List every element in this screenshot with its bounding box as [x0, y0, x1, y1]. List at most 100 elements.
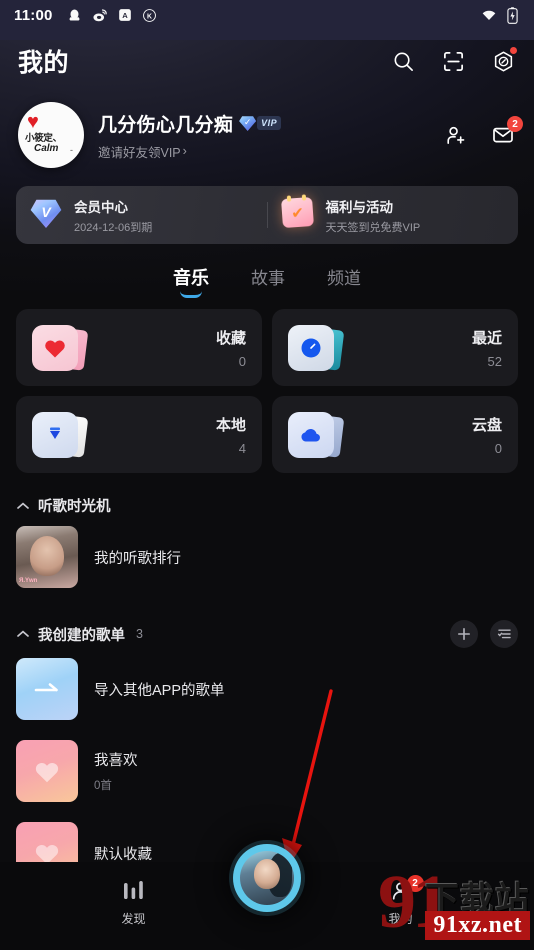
- list-item-title: 默认收藏: [94, 846, 152, 863]
- member-center-text: 会员中心 2024-12-06到期: [74, 196, 152, 235]
- grid-card-cloud[interactable]: 云盘 0: [272, 396, 518, 473]
- list-item-title: 我的听歌排行: [94, 550, 181, 567]
- grid-card-favorites[interactable]: 收藏 0: [16, 309, 262, 386]
- tab-music[interactable]: 音乐: [173, 264, 209, 299]
- cloud-count: 0: [494, 440, 502, 456]
- tab-story[interactable]: 故事: [251, 264, 285, 299]
- message-icon[interactable]: 2: [490, 116, 523, 148]
- svg-text:A: A: [122, 11, 128, 20]
- alipay-icon: A: [117, 7, 133, 23]
- list-item-text: 我的听歌排行: [94, 547, 181, 568]
- sort-playlist-button[interactable]: [490, 620, 518, 648]
- vip-badge[interactable]: ✓ VIP: [239, 115, 282, 131]
- vip-gem-icon: V: [30, 198, 64, 232]
- member-center-title: 会员中心: [74, 199, 128, 215]
- download-icon: [32, 411, 78, 458]
- calendar-gift-icon: ✔: [280, 196, 316, 232]
- list-item-text: 默认收藏: [94, 843, 152, 864]
- add-playlist-button[interactable]: [450, 620, 478, 648]
- avatar-heart-icon: ♥: [27, 111, 39, 133]
- recent-artwork: [286, 323, 350, 373]
- clock-icon: [288, 324, 334, 371]
- nav-discover-label: 发现: [121, 912, 146, 926]
- heart-icon: [32, 324, 78, 371]
- list-item[interactable]: Я.Ywn 我的听歌排行: [16, 516, 518, 598]
- tab-music-label: 音乐: [173, 268, 209, 288]
- user-name: 几分伤心几分痴: [98, 114, 234, 136]
- message-badge: 2: [507, 116, 523, 132]
- artwork-hair: [268, 853, 292, 897]
- add-friend-icon[interactable]: [442, 122, 468, 148]
- calendar-check-mark: ✔: [290, 204, 304, 222]
- profile-name-line: 几分伤心几分痴 ✓ VIP: [98, 110, 282, 137]
- invite-friends-link[interactable]: 邀请好友领VIP ›: [98, 142, 281, 161]
- vip-diamond-mark: ✓: [243, 116, 252, 127]
- local-count: 4: [238, 440, 246, 456]
- vip-label: VIP: [257, 116, 282, 130]
- vip-banner: V 会员中心 2024-12-06到期 ✔ 福利与活动 天天签到兑免费VIP: [16, 186, 518, 244]
- playlist-cover: Я.Ywn: [16, 526, 78, 588]
- profile-actions: 2: [442, 116, 523, 148]
- vip-diamond-icon: ✓: [239, 116, 257, 131]
- list-item[interactable]: 导入其他APP的歌单: [16, 648, 518, 730]
- search-icon[interactable]: [390, 48, 416, 74]
- benefits-activities-entry[interactable]: ✔ 福利与活动 天天签到兑免费VIP: [268, 196, 519, 235]
- section-header[interactable]: 我创建的歌单 3: [16, 620, 518, 648]
- avatar-text-line3: -: [70, 145, 73, 155]
- playlist-cover: [16, 740, 78, 802]
- section-header[interactable]: 听歌时光机: [16, 495, 518, 516]
- import-playlist-cover: [16, 658, 78, 720]
- page-header: 我的: [0, 30, 534, 92]
- list-item-text: 我喜欢 0首: [94, 749, 138, 793]
- cloud-label: 云盘: [471, 416, 502, 434]
- scan-icon[interactable]: [440, 48, 466, 74]
- library-grid: 收藏 0 最近 52 本地 4 云盘 0: [0, 299, 534, 473]
- kugou-icon: K: [142, 7, 158, 23]
- list-item-text: 导入其他APP的歌单: [94, 679, 225, 700]
- battery-icon: [504, 6, 520, 24]
- local-text: 本地 4: [216, 414, 246, 456]
- car-mode-icon[interactable]: [490, 47, 517, 74]
- cover-tag: Я.Ywn: [19, 578, 38, 584]
- cloud-text: 云盘 0: [472, 414, 502, 456]
- benefits-subtitle: 天天签到兑免费VIP: [325, 221, 421, 234]
- site-watermark: 91 下载站 91xz.net: [370, 858, 534, 950]
- section-count: 3: [136, 627, 143, 641]
- section-title: 听歌时光机: [38, 499, 111, 515]
- profile-section: ♥ 小筱定、 Calm - 几分伤心几分痴 ✓ VIP 邀请好友领VIP › 2: [0, 92, 534, 174]
- mini-player-avatar[interactable]: [233, 844, 301, 912]
- list-item-title: 我喜欢: [94, 753, 138, 769]
- grid-card-recent[interactable]: 最近 52: [272, 309, 518, 386]
- qq-icon: [67, 7, 83, 23]
- invite-friends-label: 邀请好友领VIP: [98, 145, 181, 160]
- member-center-expiry: 2024-12-06到期: [74, 221, 153, 234]
- favorites-artwork: [30, 323, 94, 373]
- grid-card-local[interactable]: 本地 4: [16, 396, 262, 473]
- svg-text:K: K: [147, 13, 152, 20]
- active-tab-indicator: [180, 291, 202, 298]
- profile-info: 几分伤心几分痴 ✓ VIP 邀请好友领VIP ›: [98, 110, 282, 161]
- watermark-url: 91xz.net: [425, 911, 530, 940]
- status-bar-right: [481, 6, 520, 24]
- favorites-count: 0: [238, 353, 246, 369]
- collapse-chevron-icon[interactable]: [16, 499, 29, 512]
- recent-text: 最近 52: [472, 327, 502, 369]
- member-center-entry[interactable]: V 会员中心 2024-12-06到期: [16, 196, 267, 235]
- nav-discover[interactable]: 发现: [84, 880, 184, 927]
- tab-channel[interactable]: 频道: [327, 264, 361, 299]
- local-label: 本地: [215, 416, 246, 434]
- status-bar: 11:00 A K: [0, 0, 534, 30]
- favorites-label: 收藏: [215, 329, 246, 347]
- recent-label: 最近: [471, 329, 502, 347]
- collapse-chevron-icon[interactable]: [16, 628, 29, 641]
- user-avatar[interactable]: ♥ 小筱定、 Calm -: [18, 102, 84, 168]
- cloud-icon: [288, 411, 334, 458]
- list-item[interactable]: 我喜欢 0首: [16, 730, 518, 812]
- app-screen: 11:00 A K 我的 ♥ 小筱定、 Calm - 几分伤心几分痴 ✓ VIP…: [0, 0, 534, 950]
- bars-icon: [123, 881, 143, 899]
- content-tabs: 音乐 故事 频道: [0, 264, 534, 299]
- benefits-title: 福利与活动: [325, 199, 394, 215]
- section-actions: [450, 620, 518, 648]
- section-title: 我创建的歌单: [38, 627, 125, 644]
- local-artwork: [30, 410, 94, 460]
